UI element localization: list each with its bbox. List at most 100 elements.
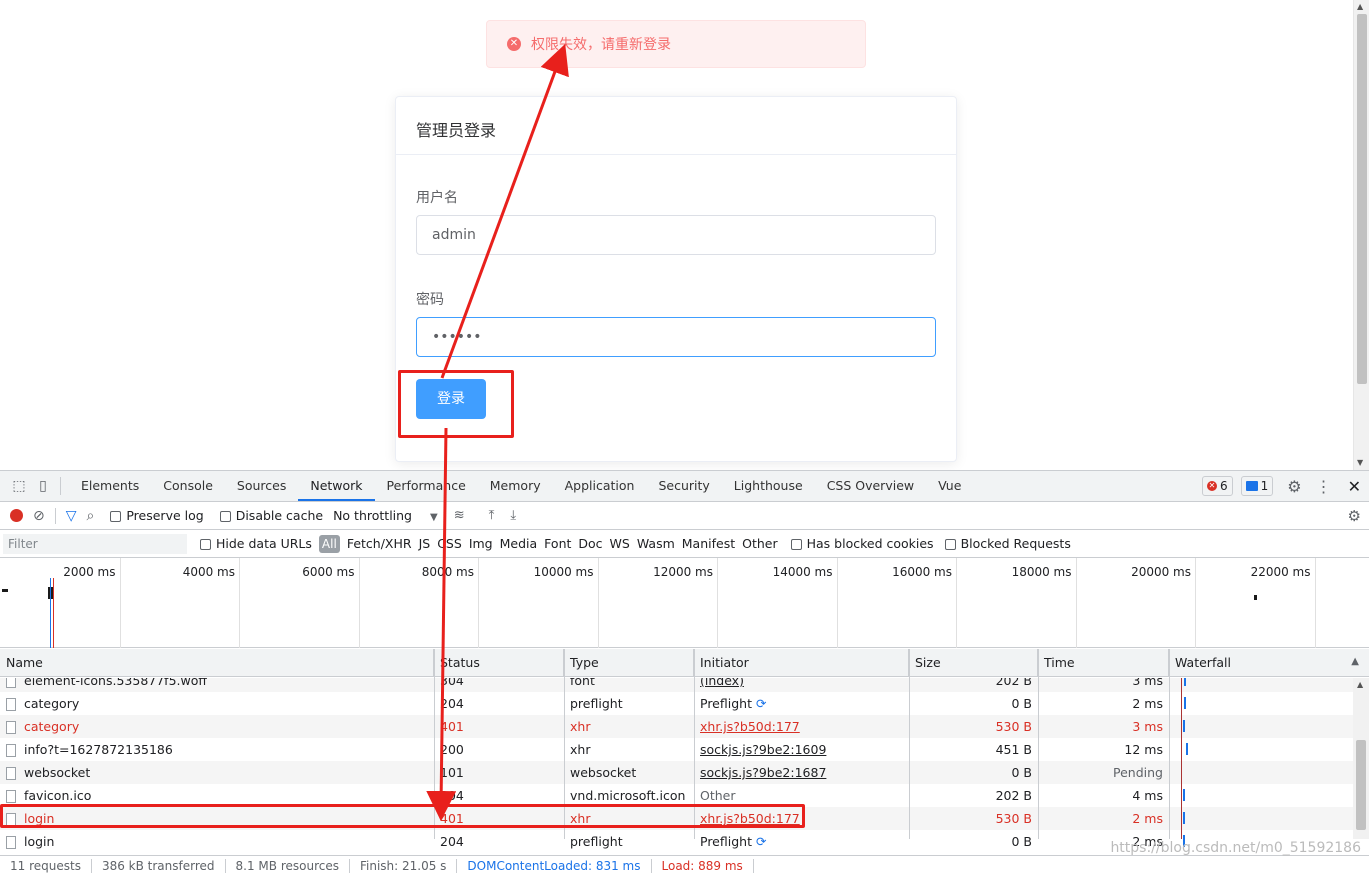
type-text: xhr (570, 719, 591, 734)
table-row[interactable]: websocket 101 websocket sockjs.js?9be2:1687… (0, 761, 1353, 784)
col-waterfall[interactable]: Waterfall (1169, 649, 1369, 677)
blocked-cookies-checkbox[interactable] (790, 539, 802, 550)
tab-console[interactable]: Console (151, 471, 225, 501)
filter-type-js[interactable]: JS (419, 536, 431, 551)
filter-type-manifest[interactable]: Manifest (682, 536, 735, 551)
filter-type-other[interactable]: Other (742, 536, 778, 551)
filter-type-css[interactable]: CSS (437, 536, 462, 551)
table-row[interactable]: info?t=1627872135186 200 xhr sockjs.js?9be2… (0, 738, 1353, 761)
table-scrollbar-thumb[interactable] (1356, 740, 1366, 830)
tab-security[interactable]: Security (646, 471, 721, 501)
filter-type-wasm[interactable]: Wasm (637, 536, 675, 551)
col-time[interactable]: Time (1038, 649, 1169, 677)
time-text: 2 ms (1132, 696, 1163, 711)
tab-application[interactable]: Application (553, 471, 647, 501)
close-devtools-icon[interactable]: ✕ (1348, 477, 1361, 496)
password-input[interactable]: •••••• (416, 317, 936, 357)
scrollbar-thumb[interactable] (1357, 14, 1367, 384)
filter-type-list: Fetch/XHR JS CSS Img Media Font Doc WS Wasm Manif… (347, 536, 778, 551)
overview-gridline (1314, 558, 1316, 648)
tab-elements[interactable]: Elements (69, 471, 151, 501)
tab-css-overview[interactable]: CSS Overview (815, 471, 926, 501)
overview-gridline (597, 558, 599, 648)
cell-name: category (0, 692, 434, 715)
error-count-badge[interactable]: ✕ 6 (1201, 476, 1233, 496)
settings-gear-icon[interactable]: ⚙ (1287, 477, 1301, 496)
error-icon: ✕ (1206, 481, 1217, 491)
hide-data-urls-checkbox[interactable] (200, 539, 211, 550)
tab-memory[interactable]: Memory (478, 471, 553, 501)
scroll-down-icon[interactable]: ▼ (1357, 458, 1363, 468)
import-har-icon[interactable]: ⤒ (489, 508, 495, 523)
col-status[interactable]: Status (434, 649, 564, 677)
devtools-tabs: Elements Console Sources Network Performance… (69, 471, 973, 501)
blocked-cookies-toggle[interactable]: Has blocked cookies (790, 536, 934, 551)
inspect-element-icon[interactable]: ⬚ (10, 477, 28, 495)
filter-input[interactable]: Filter (3, 533, 187, 554)
blocked-requests-toggle[interactable]: Blocked Requests (944, 536, 1071, 551)
filter-type-img[interactable]: Img (469, 536, 493, 551)
cell-initiator[interactable]: sockjs.js?9be2:1687 (694, 761, 909, 784)
cell-initiator[interactable]: sockjs.js?9be2:1609 (694, 738, 909, 761)
preflight-icon[interactable]: ⟳ (752, 834, 766, 849)
preserve-log-toggle[interactable]: Preserve log (110, 508, 204, 523)
table-row[interactable]: category 401 xhr xhr.js?b50d:177 530 B 3 ms (0, 715, 1353, 738)
tab-network[interactable]: Network (298, 471, 375, 501)
username-input[interactable]: admin (416, 215, 936, 255)
table-row[interactable]: element-icons.535877f5.woff 304 font (index… (0, 678, 1353, 692)
file-icon (6, 721, 16, 734)
disable-cache-toggle[interactable]: Disable cache (219, 508, 323, 523)
cell-time: 2 ms (1038, 807, 1169, 830)
filter-type-doc[interactable]: Doc (578, 536, 602, 551)
tab-vue[interactable]: Vue (926, 471, 973, 501)
table-scrollbar[interactable]: ▲ (1353, 678, 1369, 839)
network-settings-gear-icon[interactable]: ⚙ (1348, 507, 1361, 525)
blocked-requests-checkbox[interactable] (944, 539, 956, 550)
sort-ascending-icon[interactable]: ▲ (1351, 656, 1359, 667)
filter-type-media[interactable]: Media (500, 536, 538, 551)
col-size[interactable]: Size (909, 649, 1038, 677)
cell-initiator[interactable]: (index) (694, 678, 909, 692)
message-count: 1 (1260, 479, 1269, 493)
network-overview-timeline[interactable]: 2000 ms 4000 ms 6000 ms 8000 ms 10000 ms 1200… (0, 558, 1369, 648)
scroll-up-icon[interactable]: ▲ (1357, 2, 1363, 12)
filter-type-fetch-xhr[interactable]: Fetch/XHR (347, 536, 412, 551)
preflight-icon[interactable]: ⟳ (752, 696, 766, 711)
more-options-icon[interactable]: ⋮ (1316, 477, 1332, 496)
filter-type-font[interactable]: Font (544, 536, 571, 551)
message-count-badge[interactable]: 1 (1240, 476, 1274, 496)
network-conditions-icon[interactable]: ≋ (454, 508, 465, 523)
filter-type-ws[interactable]: WS (610, 536, 630, 551)
record-icon[interactable] (10, 509, 23, 522)
col-type[interactable]: Type (564, 649, 694, 677)
cell-size: 0 B (909, 692, 1038, 715)
device-toolbar-icon[interactable]: ▯ (34, 477, 52, 495)
cell-type: preflight (564, 692, 694, 715)
preserve-log-checkbox[interactable] (110, 511, 122, 522)
waterfall-bar (1184, 697, 1186, 709)
col-name[interactable]: Name (0, 649, 434, 677)
table-scroll-up-icon[interactable]: ▲ (1357, 680, 1363, 689)
tab-performance[interactable]: Performance (375, 471, 478, 501)
page-scrollbar[interactable]: ▲ ▼ (1353, 0, 1369, 470)
disable-cache-checkbox[interactable] (219, 511, 231, 522)
tab-sources[interactable]: Sources (225, 471, 298, 501)
filter-all-button[interactable]: All (318, 534, 340, 553)
cell-initiator[interactable]: xhr.js?b50d:177 (694, 715, 909, 738)
name-text: login (24, 834, 55, 849)
file-icon (6, 698, 16, 711)
col-initiator[interactable]: Initiator (694, 649, 909, 677)
preserve-log-label: Preserve log (126, 508, 204, 523)
initiator-text: xhr.js?b50d:177 (700, 719, 800, 734)
cell-size: 530 B (909, 715, 1038, 738)
clear-icon[interactable]: ⊘ (33, 508, 45, 524)
filter-funnel-icon[interactable]: ▽ (66, 508, 77, 524)
tab-lighthouse[interactable]: Lighthouse (722, 471, 815, 501)
search-icon[interactable]: ⌕ (87, 508, 95, 524)
cell-initiator: Preflight ⟳ (694, 830, 909, 853)
cell-type: font (564, 678, 694, 692)
table-row[interactable]: category 204 preflight Preflight ⟳ 0 B 2 ms (0, 692, 1353, 715)
throttling-select[interactable]: No throttling ▼ (333, 508, 438, 523)
export-har-icon[interactable]: ⤓ (510, 508, 516, 523)
hide-data-urls-toggle[interactable]: Hide data URLs (200, 536, 312, 551)
